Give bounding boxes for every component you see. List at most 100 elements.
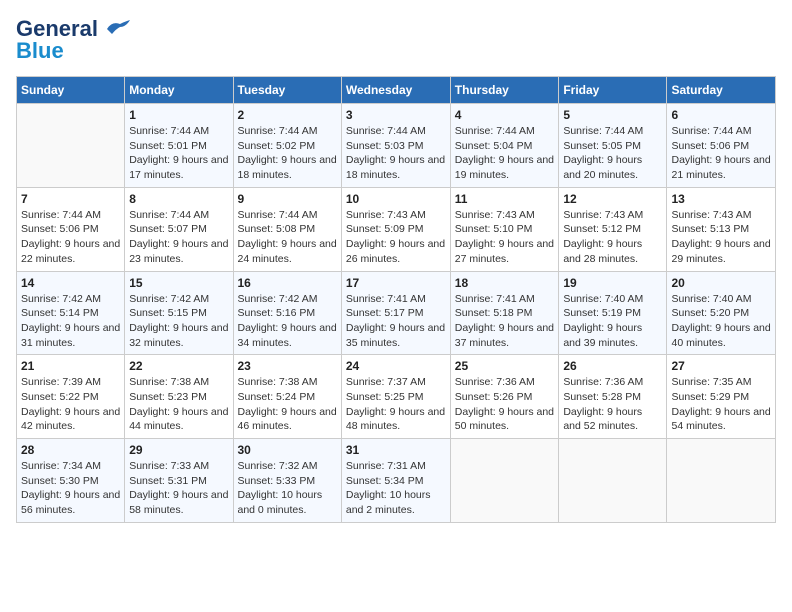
day-number: 22 (129, 359, 228, 373)
daylight-text: Daylight: 9 hours and 40 minutes. (671, 322, 770, 349)
calendar-cell: 14 Sunrise: 7:42 AM Sunset: 5:14 PM Dayl… (17, 271, 125, 355)
calendar-cell: 2 Sunrise: 7:44 AM Sunset: 5:02 PM Dayli… (233, 104, 341, 188)
day-number: 2 (238, 108, 337, 122)
calendar-cell: 13 Sunrise: 7:43 AM Sunset: 5:13 PM Dayl… (667, 187, 776, 271)
day-info: Sunrise: 7:42 AM Sunset: 5:16 PM Dayligh… (238, 292, 337, 351)
daylight-text: Daylight: 9 hours and 46 minutes. (238, 406, 337, 433)
sunrise-text: Sunrise: 7:44 AM (563, 125, 643, 137)
sunset-text: Sunset: 5:13 PM (671, 223, 749, 235)
daylight-text: Daylight: 9 hours and 24 minutes. (238, 238, 337, 265)
calendar-cell: 29 Sunrise: 7:33 AM Sunset: 5:31 PM Dayl… (125, 439, 233, 523)
calendar-cell: 4 Sunrise: 7:44 AM Sunset: 5:04 PM Dayli… (450, 104, 559, 188)
daylight-text: Daylight: 9 hours and 27 minutes. (455, 238, 554, 265)
sunrise-text: Sunrise: 7:44 AM (238, 125, 318, 137)
calendar-cell (559, 439, 667, 523)
sunrise-text: Sunrise: 7:42 AM (238, 293, 318, 305)
calendar-cell: 12 Sunrise: 7:43 AM Sunset: 5:12 PM Dayl… (559, 187, 667, 271)
calendar-cell: 6 Sunrise: 7:44 AM Sunset: 5:06 PM Dayli… (667, 104, 776, 188)
day-number: 11 (455, 192, 555, 206)
calendar-cell: 5 Sunrise: 7:44 AM Sunset: 5:05 PM Dayli… (559, 104, 667, 188)
day-info: Sunrise: 7:31 AM Sunset: 5:34 PM Dayligh… (346, 459, 446, 518)
day-info: Sunrise: 7:36 AM Sunset: 5:26 PM Dayligh… (455, 375, 555, 434)
sunset-text: Sunset: 5:34 PM (346, 475, 424, 487)
calendar-cell: 30 Sunrise: 7:32 AM Sunset: 5:33 PM Dayl… (233, 439, 341, 523)
daylight-text: Daylight: 9 hours and 58 minutes. (129, 489, 228, 516)
daylight-text: Daylight: 9 hours and 44 minutes. (129, 406, 228, 433)
sunrise-text: Sunrise: 7:41 AM (346, 293, 426, 305)
calendar-cell: 24 Sunrise: 7:37 AM Sunset: 5:25 PM Dayl… (341, 355, 450, 439)
sunrise-text: Sunrise: 7:38 AM (238, 376, 318, 388)
sunset-text: Sunset: 5:05 PM (563, 140, 641, 152)
calendar-cell: 1 Sunrise: 7:44 AM Sunset: 5:01 PM Dayli… (125, 104, 233, 188)
sunrise-text: Sunrise: 7:42 AM (21, 293, 101, 305)
day-info: Sunrise: 7:43 AM Sunset: 5:09 PM Dayligh… (346, 208, 446, 267)
sunset-text: Sunset: 5:26 PM (455, 391, 533, 403)
sunset-text: Sunset: 5:12 PM (563, 223, 641, 235)
calendar-cell: 17 Sunrise: 7:41 AM Sunset: 5:17 PM Dayl… (341, 271, 450, 355)
calendar-cell (667, 439, 776, 523)
daylight-text: Daylight: 9 hours and 23 minutes. (129, 238, 228, 265)
sunrise-text: Sunrise: 7:36 AM (455, 376, 535, 388)
calendar-week-row: 28 Sunrise: 7:34 AM Sunset: 5:30 PM Dayl… (17, 439, 776, 523)
calendar-cell: 9 Sunrise: 7:44 AM Sunset: 5:08 PM Dayli… (233, 187, 341, 271)
sunset-text: Sunset: 5:25 PM (346, 391, 424, 403)
calendar-header-row: SundayMondayTuesdayWednesdayThursdayFrid… (17, 77, 776, 104)
daylight-text: Daylight: 9 hours and 20 minutes. (563, 154, 642, 181)
sunset-text: Sunset: 5:29 PM (671, 391, 749, 403)
day-number: 31 (346, 443, 446, 457)
calendar-week-row: 7 Sunrise: 7:44 AM Sunset: 5:06 PM Dayli… (17, 187, 776, 271)
calendar-cell: 20 Sunrise: 7:40 AM Sunset: 5:20 PM Dayl… (667, 271, 776, 355)
day-number: 10 (346, 192, 446, 206)
day-number: 29 (129, 443, 228, 457)
sunrise-text: Sunrise: 7:44 AM (129, 125, 209, 137)
daylight-text: Daylight: 9 hours and 22 minutes. (21, 238, 120, 265)
calendar-cell: 7 Sunrise: 7:44 AM Sunset: 5:06 PM Dayli… (17, 187, 125, 271)
sunset-text: Sunset: 5:17 PM (346, 307, 424, 319)
calendar-cell: 8 Sunrise: 7:44 AM Sunset: 5:07 PM Dayli… (125, 187, 233, 271)
sunset-text: Sunset: 5:08 PM (238, 223, 316, 235)
daylight-text: Daylight: 9 hours and 52 minutes. (563, 406, 642, 433)
daylight-text: Daylight: 9 hours and 18 minutes. (346, 154, 445, 181)
day-number: 16 (238, 276, 337, 290)
day-number: 7 (21, 192, 120, 206)
calendar-cell: 28 Sunrise: 7:34 AM Sunset: 5:30 PM Dayl… (17, 439, 125, 523)
day-number: 12 (563, 192, 662, 206)
day-number: 27 (671, 359, 771, 373)
sunset-text: Sunset: 5:19 PM (563, 307, 641, 319)
calendar-cell: 23 Sunrise: 7:38 AM Sunset: 5:24 PM Dayl… (233, 355, 341, 439)
day-info: Sunrise: 7:44 AM Sunset: 5:08 PM Dayligh… (238, 208, 337, 267)
weekday-header: Wednesday (341, 77, 450, 104)
sunrise-text: Sunrise: 7:43 AM (671, 209, 751, 221)
sunrise-text: Sunrise: 7:44 AM (346, 125, 426, 137)
daylight-text: Daylight: 9 hours and 42 minutes. (21, 406, 120, 433)
day-number: 18 (455, 276, 555, 290)
sunset-text: Sunset: 5:30 PM (21, 475, 99, 487)
day-info: Sunrise: 7:38 AM Sunset: 5:24 PM Dayligh… (238, 375, 337, 434)
day-number: 15 (129, 276, 228, 290)
day-info: Sunrise: 7:41 AM Sunset: 5:18 PM Dayligh… (455, 292, 555, 351)
day-number: 20 (671, 276, 771, 290)
daylight-text: Daylight: 9 hours and 19 minutes. (455, 154, 554, 181)
sunrise-text: Sunrise: 7:36 AM (563, 376, 643, 388)
calendar-week-row: 1 Sunrise: 7:44 AM Sunset: 5:01 PM Dayli… (17, 104, 776, 188)
day-number: 6 (671, 108, 771, 122)
daylight-text: Daylight: 10 hours and 2 minutes. (346, 489, 431, 516)
calendar-week-row: 14 Sunrise: 7:42 AM Sunset: 5:14 PM Dayl… (17, 271, 776, 355)
logo-blue-text: Blue (16, 38, 64, 64)
sunrise-text: Sunrise: 7:44 AM (129, 209, 209, 221)
day-number: 28 (21, 443, 120, 457)
calendar-cell: 18 Sunrise: 7:41 AM Sunset: 5:18 PM Dayl… (450, 271, 559, 355)
day-info: Sunrise: 7:44 AM Sunset: 5:07 PM Dayligh… (129, 208, 228, 267)
calendar-cell (450, 439, 559, 523)
calendar-cell: 10 Sunrise: 7:43 AM Sunset: 5:09 PM Dayl… (341, 187, 450, 271)
sunrise-text: Sunrise: 7:42 AM (129, 293, 209, 305)
day-number: 17 (346, 276, 446, 290)
sunset-text: Sunset: 5:16 PM (238, 307, 316, 319)
daylight-text: Daylight: 9 hours and 29 minutes. (671, 238, 770, 265)
day-info: Sunrise: 7:42 AM Sunset: 5:15 PM Dayligh… (129, 292, 228, 351)
weekday-header: Friday (559, 77, 667, 104)
calendar-cell: 22 Sunrise: 7:38 AM Sunset: 5:23 PM Dayl… (125, 355, 233, 439)
sunrise-text: Sunrise: 7:44 AM (238, 209, 318, 221)
weekday-header: Thursday (450, 77, 559, 104)
sunrise-text: Sunrise: 7:34 AM (21, 460, 101, 472)
